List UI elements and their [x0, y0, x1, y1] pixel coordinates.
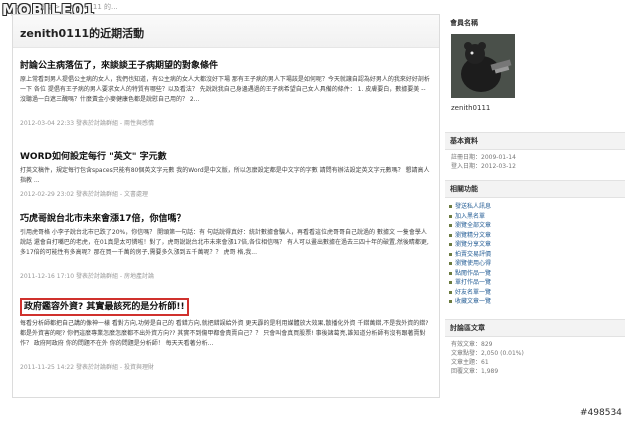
post-title-link-highlighted[interactable]: 政府鑑容外資? 其實最該死的是分析師!!	[20, 298, 189, 316]
post-item: WORD如何設定每行 "英文" 字元數 打英文稿件，規定每行包含spaces只能…	[20, 151, 430, 198]
stat-row: 文章點發：2,050 (0.01%)	[451, 350, 524, 357]
sidebar: 會員名稱 zenith0111 基本資料 註冊日期：2009-01-14 登入日…	[445, 14, 625, 396]
forum-stats-section: 討論區文章 有效文章：829 文章點發：2,050 (0.01%) 文章主題：6…	[445, 319, 625, 376]
sidebar-link-auction-ratings[interactable]: 拍賣交易評價	[445, 250, 625, 260]
post-excerpt: 引用虎哥格 小李子說台北市已跌了20%，你信嗎？ 開頭第一句話：有 句話說得真好…	[20, 229, 429, 256]
sidebar-link-featured-posts[interactable]: 瀏覽精分文章	[445, 231, 625, 241]
section-title: 討論區文章	[445, 319, 625, 337]
sidebar-link-shared-posts[interactable]: 瀏覽分享文章	[445, 240, 625, 250]
info-row: 登入日期：2012-03-12	[451, 163, 516, 170]
post-title-link[interactable]: WORD如何設定每行 "英文" 字元數	[20, 151, 430, 163]
avatar[interactable]	[451, 34, 515, 98]
post-meta: 2011-12-16 17:10 發表於討論群組 - 房地產討論	[20, 273, 154, 280]
sidebar-link-favorites[interactable]: 收藏文章一覽	[445, 297, 625, 307]
post-title-link[interactable]: 巧虎哥說台北市未來會漲17倍，你信嗎？	[20, 213, 430, 225]
post-item: 政府鑑容外資? 其實最該死的是分析師!! 每看分析師都把自己講的像神一樣 看對方…	[20, 298, 430, 371]
sidebar-link-single-works[interactable]: 單打作品一覽	[445, 278, 625, 288]
section-title: 相關功能	[445, 180, 625, 198]
member-title: 會員名稱	[450, 19, 478, 27]
functions-section: 相關功能 發送私人訊息 加入黑名單 瀏覽全部文章 瀏覽精分文章 瀏覽分享文章 拍…	[445, 180, 625, 307]
post-meta: 2012-03-04 22:33 發表於討論群組 - 兩性與感情	[20, 120, 154, 127]
post-item: 討論公主病落伍了，來談談王子病期望的對象條件 原上常看到男人提倡公主病的女人，我…	[20, 60, 430, 127]
post-excerpt: 打英文稿件，規定每行包含spaces只能有80個英文字元數 我的Word是中文版…	[20, 167, 430, 184]
member-section: 會員名稱	[445, 14, 625, 31]
sidebar-link-friends[interactable]: 好友名單一覽	[445, 288, 625, 298]
page-title: zenith0111的近期活動	[20, 27, 145, 40]
sidebar-link-send-message[interactable]: 發送私人訊息	[445, 202, 625, 212]
post-excerpt: 每看分析師都把自己講的像神一樣 看對方向,功勞是自己的 看錯方向,就把錯誤給外資…	[20, 320, 429, 347]
activity-panel: zenith0111的近期活動 討論公主病落伍了，來談談王子病期望的對象條件 原…	[12, 14, 440, 398]
post-meta: 2011-11-25 14:22 發表於討論群組 - 投資與理財	[20, 364, 154, 371]
post-item: 巧虎哥說台北市未來會漲17倍，你信嗎？ 引用虎哥格 小李子說台北市已跌了20%，…	[20, 213, 430, 280]
info-row: 註冊日期：2009-01-14	[451, 154, 516, 161]
sidebar-link-works[interactable]: 點閱作品一覽	[445, 269, 625, 279]
post-meta: 2012-02-29 23:02 發表於討論群組 - 文書處理	[20, 191, 148, 198]
stat-row: 文章主題：61	[451, 359, 489, 366]
sidebar-link-all-posts[interactable]: 瀏覽全部文章	[445, 221, 625, 231]
sidebar-link-reviews[interactable]: 瀏覽使用心得	[445, 259, 625, 269]
stat-row: 回覆文章：1,989	[451, 368, 499, 375]
sidebar-link-blacklist[interactable]: 加入黑名單	[445, 212, 625, 222]
bear-avatar-icon	[451, 34, 515, 98]
post-excerpt: 原上常看到男人提倡公主病的女人，我們也知道，有公主病的女人大都沒好下場 那有王子…	[20, 76, 430, 103]
watermark: #498534	[580, 408, 622, 418]
username[interactable]: zenith0111	[451, 104, 490, 112]
stat-row: 有效文章：829	[451, 341, 493, 348]
basic-info-section: 基本資料 註冊日期：2009-01-14 登入日期：2012-03-12	[445, 132, 625, 171]
post-title-link[interactable]: 討論公主病落伍了，來談談王子病期望的對象條件	[20, 60, 430, 72]
section-title: 基本資料	[445, 132, 625, 150]
